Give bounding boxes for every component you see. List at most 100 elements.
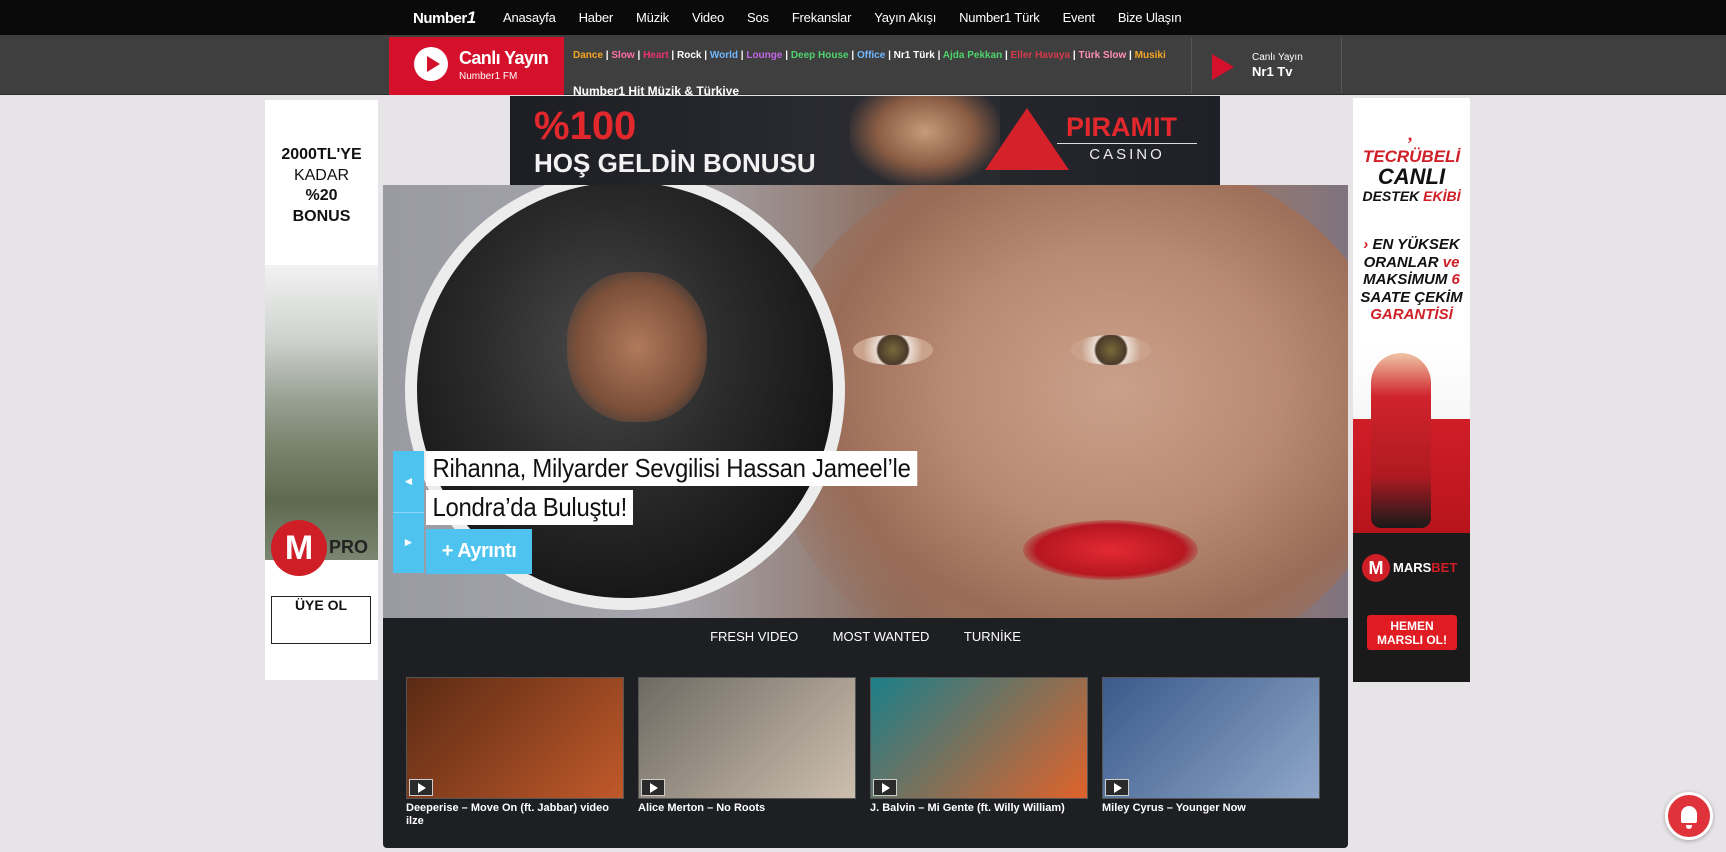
prev-arrow-icon[interactable]: ◄: [393, 451, 424, 513]
genre-link[interactable]: Ajda Pekkan: [943, 50, 1002, 61]
cta-line2: MARSLI OL!: [1377, 633, 1447, 647]
details-button[interactable]: + Ayrıntı: [426, 529, 532, 574]
play-icon[interactable]: [414, 47, 448, 81]
tv-name: Nr1 Tv: [1252, 64, 1293, 79]
live-radio-button[interactable]: Canlı Yayın Number1 FM: [389, 37, 564, 95]
marsbet-brand: MARSBET: [1393, 560, 1457, 575]
main-menu: Anasayfa Haber Müzik Video Sos Frekansla…: [503, 0, 1204, 35]
right-ad-l2: CANLI: [1377, 163, 1446, 189]
site-logo[interactable]: Number1: [413, 8, 476, 28]
video-tabs: FRESH VIDEO MOST WANTED TURNİKE: [383, 628, 1348, 646]
left-ad-text: 2000TL'YE KADAR %20 BONUS: [265, 145, 378, 227]
genre-link[interactable]: Deep House: [791, 50, 849, 61]
hero-slider[interactable]: ◄ ► Rihanna, Milyarder Sevgilisi Hassan …: [383, 185, 1348, 618]
tv-play-icon[interactable]: [1212, 54, 1234, 80]
bell-icon[interactable]: [1665, 792, 1713, 840]
genre-link[interactable]: Slow: [611, 50, 634, 61]
nav-item-sos[interactable]: Sos: [747, 10, 769, 25]
nav-item-number1-turk[interactable]: Number1 Türk: [959, 10, 1040, 25]
nav-item-video[interactable]: Video: [692, 10, 724, 25]
inset-face: [567, 272, 707, 422]
genre-separator: |: [668, 50, 678, 61]
now-playing: Number1 Hit Müzik & Türkiye: [573, 84, 740, 95]
live-title: Canlı Yayın: [459, 48, 549, 68]
right-ad-l3a: DESTEK: [1362, 187, 1420, 204]
video-card[interactable]: Deeperise – Move On (ft. Jabbar) video i…: [406, 677, 624, 828]
mpro-logo: M: [271, 520, 327, 576]
video-thumbnail[interactable]: [406, 677, 624, 799]
video-title[interactable]: Alice Merton – No Roots: [638, 802, 856, 815]
video-play-icon[interactable]: [641, 779, 665, 796]
nav-item-haber[interactable]: Haber: [579, 10, 614, 25]
genre-link[interactable]: World: [710, 50, 738, 61]
genre-link[interactable]: Office: [857, 50, 885, 61]
right-ad-l1: TECRÜBELİ: [1362, 147, 1461, 166]
genre-link[interactable]: Türk Slow: [1078, 50, 1126, 61]
marsbet-cta-button[interactable]: HEMEN MARSLI OL!: [1367, 615, 1457, 650]
nav-item-anasayfa[interactable]: Anasayfa: [503, 10, 556, 25]
video-card[interactable]: Alice Merton – No Roots: [638, 677, 856, 815]
hero-headline-line1[interactable]: Rihanna, Milyarder Sevgilisi Hassan Jame…: [426, 451, 918, 486]
tv-label: Canlı Yayın: [1252, 52, 1303, 63]
genre-separator: |: [701, 50, 710, 61]
video-play-icon[interactable]: [409, 779, 433, 796]
right-ad-text-block1: TECRÜBELİ CANLI DESTEK EKİBİ: [1353, 148, 1470, 205]
video-title[interactable]: Miley Cyrus – Younger Now: [1102, 802, 1320, 815]
signup-button[interactable]: ÜYE OL: [271, 596, 371, 644]
top-navigation: Number1 Anasayfa Haber Müzik Video Sos F…: [0, 0, 1726, 35]
hero-headline[interactable]: Rihanna, Milyarder Sevgilisi Hassan Jame…: [426, 451, 976, 529]
genre-separator: |: [934, 50, 943, 61]
genre-link[interactable]: Heart: [643, 50, 669, 61]
genre-link[interactable]: Eller Havaya: [1011, 50, 1071, 61]
genre-link[interactable]: Musiki: [1135, 50, 1166, 61]
video-thumbnail[interactable]: [870, 677, 1088, 799]
nav-item-yayin-akisi[interactable]: Yayın Akışı: [874, 10, 936, 25]
nav-item-muzik[interactable]: Müzik: [636, 10, 669, 25]
marsbet-brand-a: MARS: [1393, 560, 1432, 575]
tab-most-wanted[interactable]: MOST WANTED: [833, 629, 930, 644]
right-ad-banner[interactable]: ‚ TECRÜBELİ CANLI DESTEK EKİBİ › EN YÜKS…: [1353, 98, 1470, 682]
marsbet-brand-b: BET: [1431, 560, 1458, 575]
nav-item-frekanslar[interactable]: Frekanslar: [792, 10, 852, 25]
genre-link[interactable]: Dance: [573, 50, 603, 61]
nav-item-bize-ulasin[interactable]: Bize Ulaşın: [1118, 10, 1182, 25]
live-tv-button[interactable]: Canlı Yayın Nr1 Tv: [1191, 37, 1342, 93]
genre-separator: |: [634, 50, 644, 61]
cta-line1: HEMEN: [1390, 619, 1434, 633]
video-play-icon[interactable]: [873, 779, 897, 796]
next-arrow-icon[interactable]: ►: [393, 512, 424, 573]
hero-headline-line2[interactable]: Londra’da Buluştu!: [426, 490, 634, 525]
video-play-icon[interactable]: [1105, 779, 1129, 796]
genre-separator: |: [885, 50, 894, 61]
left-ad-banner[interactable]: 2000TL'YE KADAR %20 BONUS M PRO ÜYE OL: [265, 100, 378, 680]
genre-link[interactable]: Lounge: [746, 50, 782, 61]
video-card[interactable]: Miley Cyrus – Younger Now: [1102, 677, 1320, 815]
slider-arrows: ◄ ►: [393, 451, 424, 573]
top-ad-banner[interactable]: %100 HOŞ GELDİN BONUSU PIRAMIT CASINO: [510, 96, 1220, 185]
live-subtitle: Number1 FM: [459, 71, 518, 82]
genre-separator: |: [848, 50, 857, 61]
video-thumbnail[interactable]: [1102, 677, 1320, 799]
genre-link[interactable]: Nr1 Türk: [894, 50, 935, 61]
tab-turnike[interactable]: TURNİKE: [964, 629, 1021, 644]
logo-mark: 1: [466, 8, 476, 27]
banner-headline: %100: [534, 104, 637, 148]
hero-lips: [1023, 520, 1198, 580]
video-title[interactable]: J. Balvin – Mi Gente (ft. Willy William): [870, 802, 1088, 815]
video-card[interactable]: J. Balvin – Mi Gente (ft. Willy William): [870, 677, 1088, 815]
hero-eye-left: [853, 335, 933, 365]
right-ad-l5: ORANLAR: [1363, 253, 1439, 271]
genre-link[interactable]: Rock: [677, 50, 701, 61]
right-ad-l3b: EKİBİ: [1423, 187, 1461, 204]
nav-item-event[interactable]: Event: [1063, 10, 1095, 25]
quote-mark-icon: ‚: [1407, 124, 1413, 144]
radio-bar: [0, 35, 1726, 95]
right-ad-l4b: EN YÜKSEK: [1372, 236, 1460, 253]
right-ad-l6b: 6: [1451, 271, 1460, 288]
video-title[interactable]: Deeperise – Move On (ft. Jabbar) video i…: [406, 802, 624, 828]
logo-text: Number: [413, 10, 467, 27]
left-ad-line2: KADAR: [293, 166, 350, 184]
mpro-suffix: PRO: [329, 537, 369, 557]
tab-fresh-video[interactable]: FRESH VIDEO: [710, 629, 798, 644]
video-thumbnail[interactable]: [638, 677, 856, 799]
